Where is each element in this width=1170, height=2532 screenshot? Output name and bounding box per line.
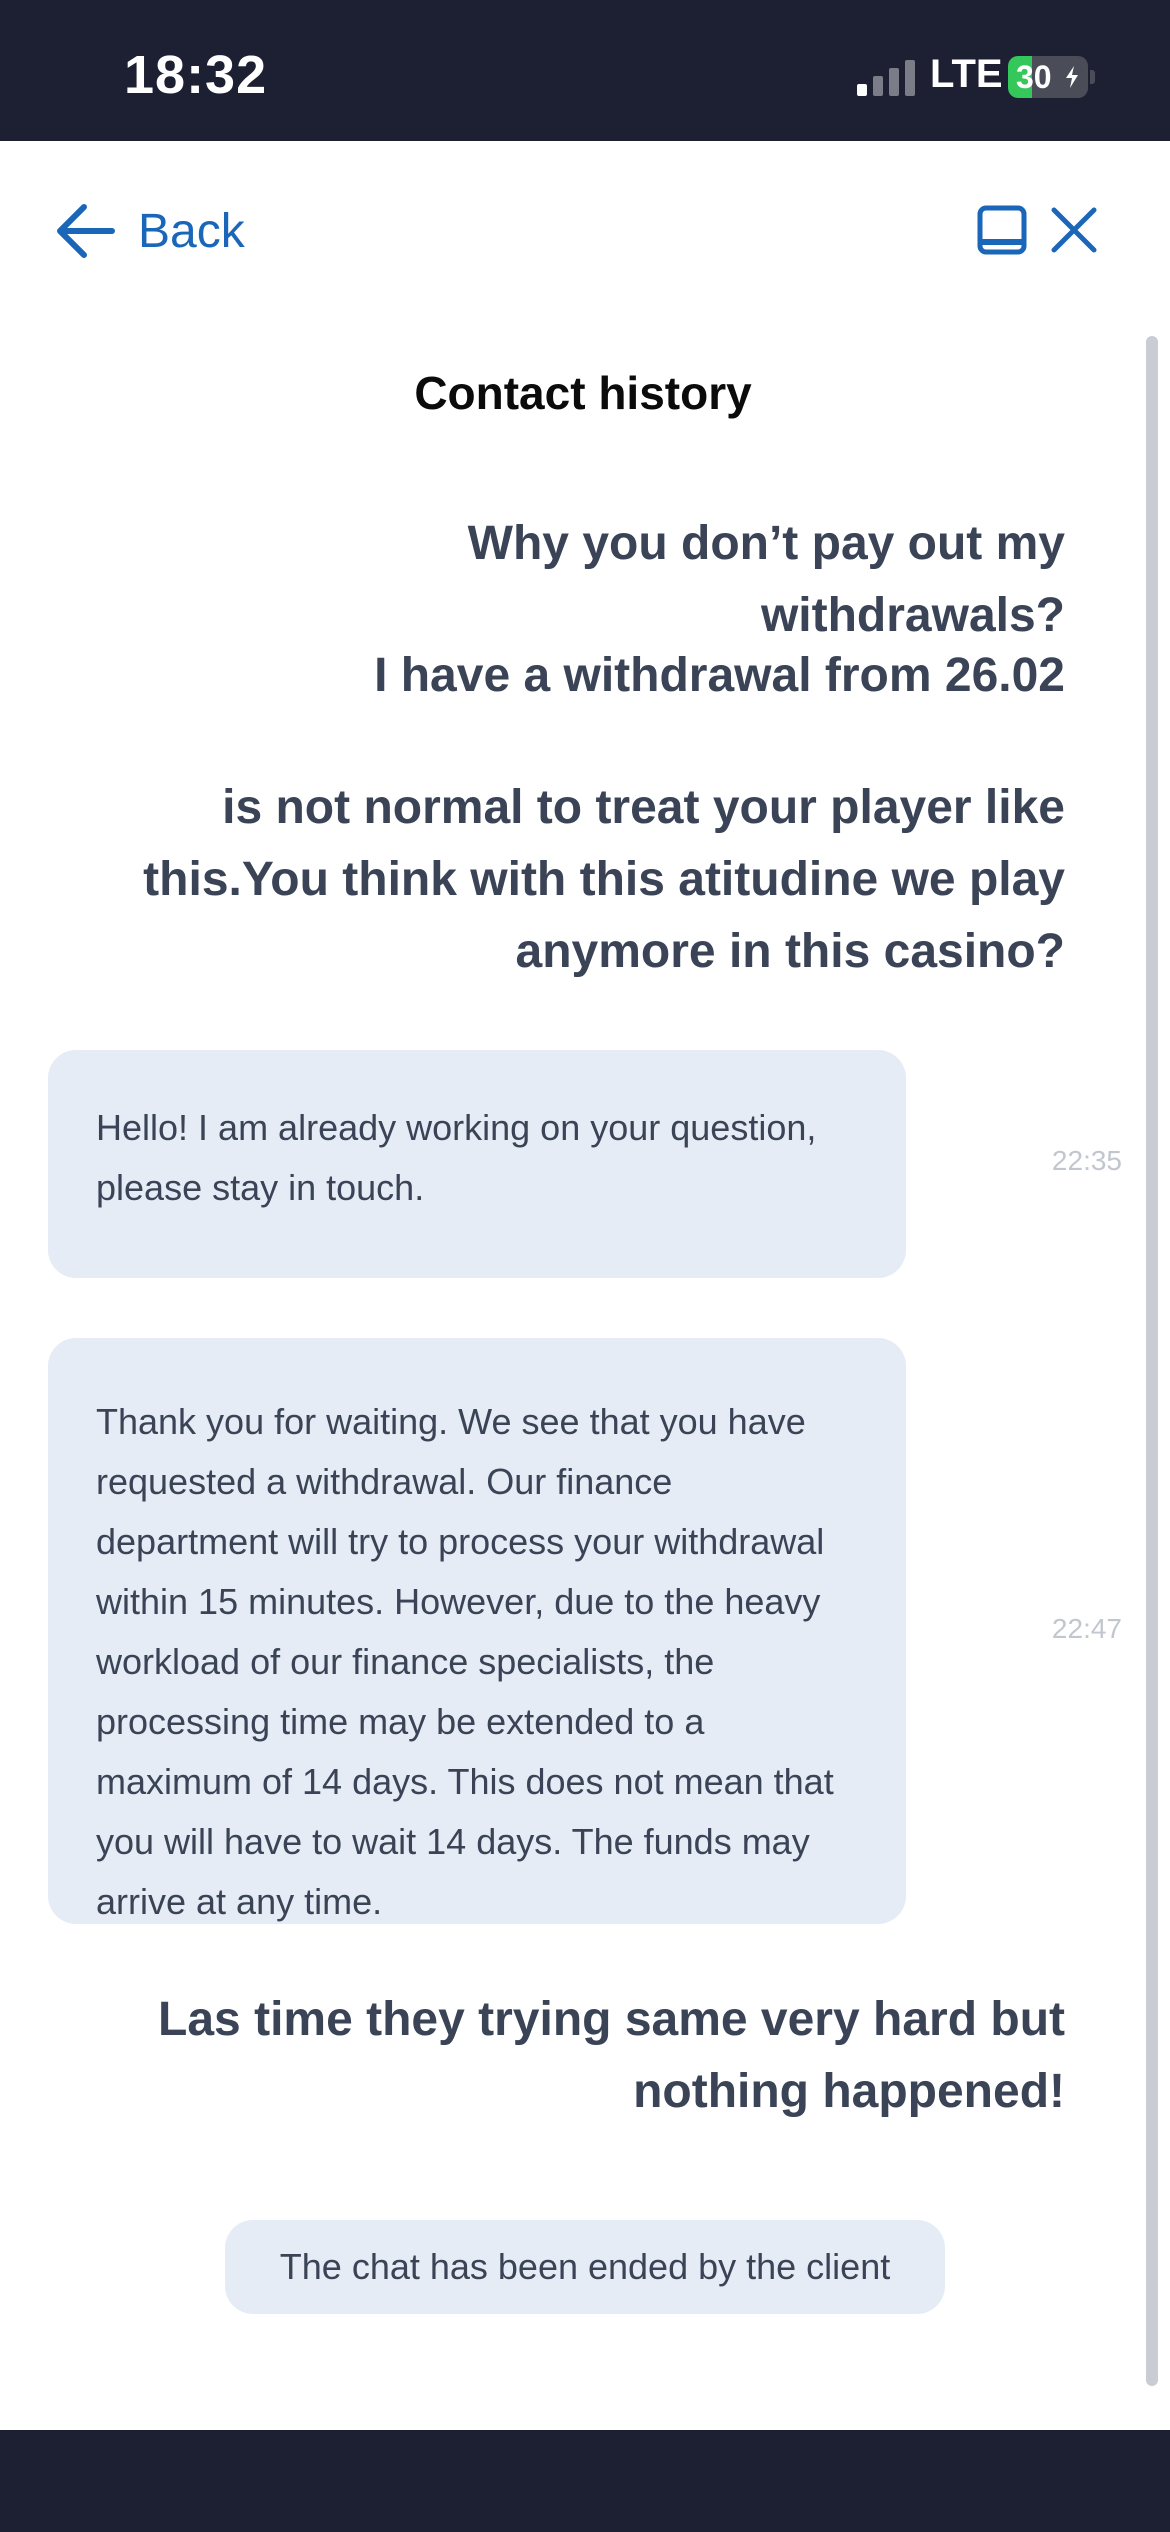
client-message: I have a withdrawal from 26.02 — [374, 649, 1065, 702]
chat-ended-text: The chat has been ended by the client — [279, 2246, 891, 2287]
client-message: Why you don’t pay out my withdrawals? — [467, 517, 1065, 642]
network-type: LTE — [930, 52, 1003, 96]
message-time: 22:35 — [1051, 1145, 1122, 1176]
battery-cap — [1090, 70, 1095, 84]
support-message-text: Thank you for waiting. We see that you h… — [96, 1401, 834, 1922]
support-message-bubble: Hello! I am already working on your ques… — [48, 1050, 906, 1278]
back-label: Back — [138, 204, 245, 258]
scrollbar[interactable] — [1146, 336, 1158, 2386]
support-message-bubble: Thank you for waiting. We see that you h… — [48, 1338, 906, 1924]
bottom-bar — [0, 2430, 1170, 2532]
close-icon[interactable] — [1046, 202, 1102, 258]
battery-icon: 30 — [1008, 56, 1088, 98]
status-bar: 18:32 LTE 30 — [0, 0, 1170, 141]
window-minimize-icon[interactable] — [974, 202, 1030, 258]
cellular-signal-icon — [857, 60, 915, 96]
status-time: 18:32 — [124, 45, 268, 105]
page-title: Contact history — [414, 367, 752, 419]
back-button[interactable]: Back — [56, 196, 245, 266]
support-message-text: Hello! I am already working on your ques… — [96, 1107, 817, 1208]
client-message: is not normal to treat your player like … — [143, 781, 1065, 978]
battery-level: 30 — [1016, 59, 1052, 95]
message-time: 22:47 — [1051, 1613, 1122, 1644]
chat-ended-notice: The chat has been ended by the client — [225, 2220, 945, 2314]
arrow-left-icon — [57, 204, 115, 258]
charging-bolt-icon — [1066, 66, 1078, 88]
client-message: Las time they trying same very hard but … — [158, 1993, 1065, 2118]
